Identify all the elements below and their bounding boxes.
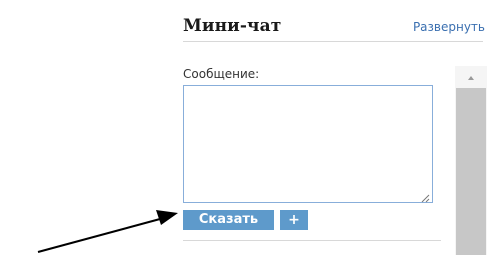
scroll-up-button[interactable] xyxy=(455,66,487,88)
message-textarea[interactable] xyxy=(183,85,433,203)
add-button[interactable]: + xyxy=(280,210,308,230)
expand-link[interactable]: Развернуть xyxy=(413,20,485,34)
say-button[interactable]: Сказать xyxy=(183,210,274,230)
header-divider xyxy=(183,41,483,42)
message-label: Сообщение: xyxy=(183,67,260,81)
bottom-divider xyxy=(183,240,441,241)
chat-title: Мини-чат xyxy=(183,16,282,36)
chat-header: Мини-чат Развернуть xyxy=(183,16,487,40)
triangle-up-icon xyxy=(468,76,474,80)
scrollbar[interactable] xyxy=(455,66,487,255)
scroll-thumb[interactable] xyxy=(456,88,486,255)
